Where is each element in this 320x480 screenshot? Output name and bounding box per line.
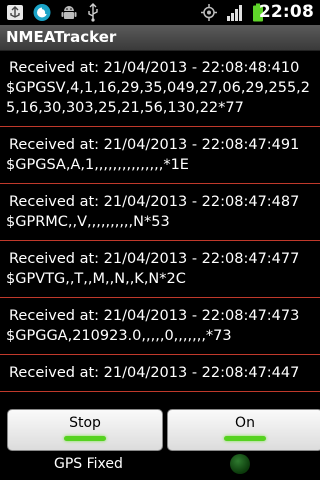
list-item[interactable]: Received at: 21/04/2013 - 22:08:47:473 $…	[0, 298, 320, 355]
app-title: NMEATracker	[6, 28, 117, 46]
received-time: Received at: 21/04/2013 - 22:08:47:447	[9, 365, 300, 381]
received-time: Received at: 21/04/2013 - 22:08:47:473	[9, 308, 300, 324]
nmea-sentence	[6, 383, 314, 391]
gps-status-label: GPS Fixed	[54, 456, 123, 472]
on-button[interactable]: On	[167, 409, 320, 451]
stop-button[interactable]: Stop	[7, 409, 163, 451]
list-item[interactable]: Received at: 21/04/2013 - 22:08:47:487 $…	[0, 184, 320, 241]
status-bar: 22:08	[0, 0, 320, 25]
stop-indicator	[64, 436, 106, 441]
received-time: Received at: 21/04/2013 - 22:08:47:477	[9, 251, 300, 267]
list-item[interactable]: Received at: 21/04/2013 - 22:08:47:477 $…	[0, 241, 320, 298]
received-time: Received at: 21/04/2013 - 22:08:47:491	[9, 137, 300, 153]
on-indicator	[224, 436, 266, 441]
list-item[interactable]: Received at: 21/04/2013 - 22:08:47:491 $…	[0, 127, 320, 184]
nmea-sentence: $GPVTG,,T,,M,,N,,K,N*2C	[6, 271, 186, 287]
nmea-sentence: $GPRMC,,V,,,,,,,,,,N*53	[6, 214, 170, 230]
android-debug-icon	[61, 6, 77, 19]
received-time: Received at: 21/04/2013 - 22:08:47:487	[9, 194, 300, 210]
gps-status-led	[230, 454, 250, 474]
list-item[interactable]: Received at: 21/04/2013 - 22:08:47:447	[0, 355, 320, 392]
received-time: Received at: 21/04/2013 - 22:08:48:410	[9, 60, 300, 76]
gps-icon	[201, 4, 217, 21]
control-buttons: Stop On	[0, 403, 320, 451]
clock: 22:08	[258, 2, 314, 22]
nmea-sentence: $GPGSA,A,1,,,,,,,,,,,,,,,*1E	[6, 157, 189, 173]
usb-connection-icon	[88, 3, 98, 22]
nmea-list[interactable]: Received at: 21/04/2013 - 22:08:48:410 $…	[0, 50, 320, 403]
on-button-label: On	[235, 415, 255, 431]
gps-status-row: GPS Fixed	[0, 452, 320, 480]
nmea-sentence: $GPGGA,210923.0,,,,,0,,,,,,,*73	[6, 328, 232, 344]
usb-icon	[7, 5, 23, 20]
nmea-sentence: $GPGSV,4,1,16,29,35,049,27,06,29,255,25,…	[6, 80, 310, 116]
title-bar: NMEATracker	[0, 25, 320, 51]
stop-button-label: Stop	[69, 415, 101, 431]
app-icon	[33, 4, 51, 21]
list-item[interactable]: Received at: 21/04/2013 - 22:08:48:410 $…	[0, 50, 320, 127]
signal-icon	[227, 5, 242, 21]
